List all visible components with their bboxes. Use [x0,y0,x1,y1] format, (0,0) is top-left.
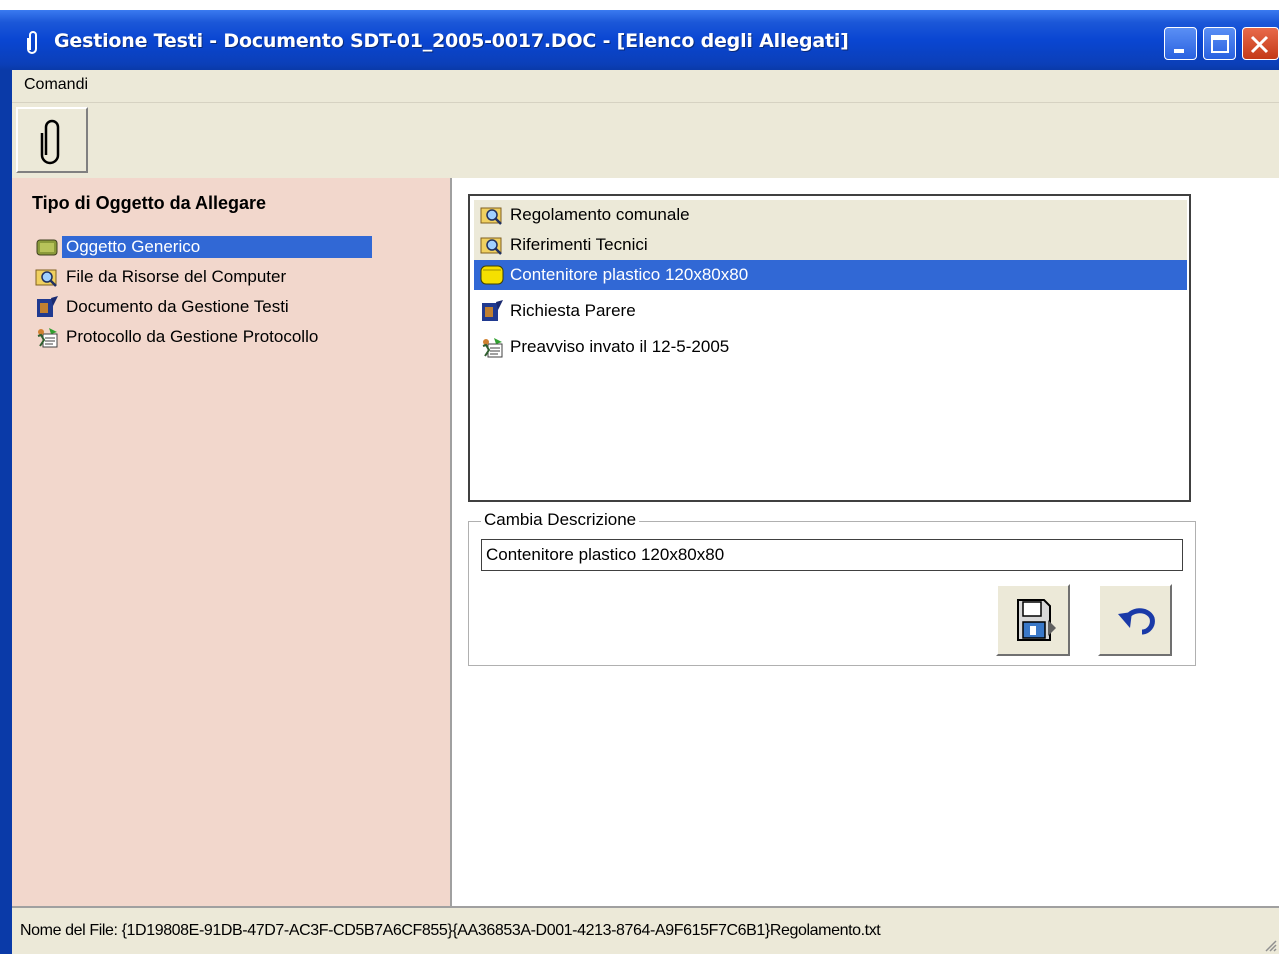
attachment-item[interactable]: Riferimenti Tecnici [474,230,1187,260]
undo-button[interactable] [1098,584,1172,656]
attachment-label: Regolamento comunale [510,205,690,224]
generic-object-icon [474,261,510,289]
attachment-label: Riferimenti Tecnici [510,235,648,254]
minimize-icon [1174,49,1184,53]
attachment-label: Richiesta Parere [510,301,636,320]
maximize-icon [1211,35,1229,53]
type-item-label: Oggetto Generico [62,236,372,258]
generic-object-icon [32,234,62,260]
status-bar: Nome del File: {1D19808E-91DB-47D7-AC3F-… [12,906,1279,954]
type-item-generic-object[interactable]: Oggetto Generico [32,232,372,262]
resize-grip-icon[interactable] [1263,938,1277,952]
change-description-legend: Cambia Descrizione [481,510,640,530]
attachment-item[interactable]: Preavviso invato il 12-5-2005 [474,332,1187,362]
folder-search-icon [32,264,62,290]
attachment-item-selected[interactable]: Contenitore plastico 120x80x80 [474,260,1187,290]
attachment-item[interactable]: Richiesta Parere [474,296,1187,326]
folder-search-icon [474,231,510,259]
close-button[interactable] [1242,27,1279,60]
save-disk-icon [1017,599,1056,641]
object-type-panel: Tipo di Oggetto da Allegare Oggetto Gene… [12,178,452,906]
paperclip-icon [40,119,60,165]
toolbar [12,102,1279,178]
attachment-label: Contenitore plastico 120x80x80 [510,265,749,284]
attachment-label: Preavviso invato il 12-5-2005 [510,337,730,356]
type-item-document[interactable]: Documento da Gestione Testi [32,292,372,322]
type-item-label: Documento da Gestione Testi [66,297,289,316]
type-item-protocol[interactable]: Protocollo da Gestione Protocollo [32,322,372,352]
object-type-list: Oggetto Generico File da Risorse del Com… [32,232,372,352]
attachments-panel: Regolamento comunale Riferimenti Tecnici… [454,178,1279,906]
undo-arrow-icon [1118,608,1155,635]
object-type-heading: Tipo di Oggetto da Allegare [32,193,267,213]
type-item-label: Protocollo da Gestione Protocollo [66,327,319,346]
attachments-list[interactable]: Regolamento comunale Riferimenti Tecnici… [468,194,1191,502]
menu-comandi[interactable]: Comandi [24,76,88,94]
document-icon [474,297,510,325]
protocol-icon [32,324,62,350]
minimize-button[interactable] [1164,27,1197,60]
menu-bar: Comandi [12,70,1279,102]
change-description-group: Cambia Descrizione [468,510,1196,666]
attachment-item[interactable]: Regolamento comunale [474,200,1187,230]
title-bar[interactable]: Gestione Testi - Documento SDT-01_2005-0… [0,0,1279,70]
maximize-button[interactable] [1203,27,1236,60]
folder-search-icon [474,201,510,229]
save-button[interactable] [996,584,1070,656]
close-icon [1250,35,1269,54]
document-icon [32,294,62,320]
status-filename: Nome del File: {1D19808E-91DB-47D7-AC3F-… [20,922,881,939]
paperclip-icon [27,31,37,54]
protocol-icon [474,333,510,361]
window-title: Gestione Testi - Documento SDT-01_2005-0… [54,30,849,52]
description-input[interactable] [481,539,1183,571]
type-item-file[interactable]: File da Risorse del Computer [32,262,372,292]
type-item-label: File da Risorse del Computer [66,267,287,286]
window-frame-left [0,70,12,954]
attach-button[interactable] [16,107,88,173]
